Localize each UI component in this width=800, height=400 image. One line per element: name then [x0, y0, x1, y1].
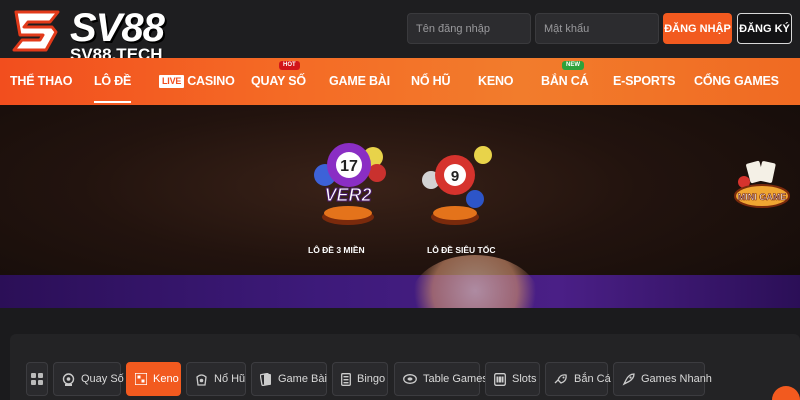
category-label: Quay Số [81, 373, 124, 385]
mini-game-button[interactable]: MINI GAME [734, 160, 790, 210]
nav-item-casino[interactable]: LIVE CASINO [159, 58, 235, 105]
bingo-icon [341, 372, 351, 386]
ball-number: 9 [451, 168, 459, 185]
nav-item-e-sports[interactable]: E-SPORTS [613, 58, 676, 105]
logo[interactable]: SV88 SV88.TECH [10, 6, 200, 64]
new-tag: NEW [562, 61, 584, 70]
hot-tag: HOT [279, 61, 300, 70]
category-label: Game Bài [278, 373, 327, 385]
page: SV88 SV88.TECH ĐĂNG NHẬP ĐĂNG KÝ THỂ THA… [0, 0, 800, 400]
category-game-bai[interactable]: Game Bài [251, 362, 327, 396]
keno-icon [135, 373, 147, 385]
category-label: Slots [512, 373, 537, 385]
category-quay-so[interactable]: Quay Số [53, 362, 124, 396]
game-label: LÔ ĐỀ SIÊU TỐC [427, 245, 496, 255]
logo-mark-icon [12, 10, 60, 52]
category-bingo[interactable]: Bingo [332, 362, 388, 396]
nav-item-label: CỔNG GAMES [694, 74, 779, 88]
nav-item-label: BẮN CÁ [541, 74, 589, 88]
ball-number: 17 [340, 158, 358, 175]
logo-text: SV88 [70, 6, 165, 50]
lottery-balls-fast-icon: 9 [422, 146, 492, 225]
nav-item-label: KENO [478, 74, 514, 88]
category-keno[interactable]: Keno [126, 362, 181, 396]
category-slots[interactable]: Slots [485, 362, 540, 396]
category-label: Nổ Hũ [214, 373, 246, 385]
register-button[interactable]: ĐĂNG KÝ [737, 13, 792, 44]
grid-icon [31, 373, 43, 385]
category-label: Table Games [423, 373, 488, 385]
nav-item-label: LÔ ĐỀ [94, 74, 132, 88]
category-label: Bắn Cá [574, 373, 611, 385]
banner-strip [0, 275, 800, 308]
username-input[interactable] [407, 13, 531, 44]
category-label: Bingo [357, 373, 386, 385]
category-all[interactable] [26, 362, 48, 396]
header: SV88 SV88.TECH ĐĂNG NHẬP ĐĂNG KÝ [0, 0, 800, 64]
nav-item-label: E-SPORTS [613, 74, 676, 88]
category-games-nhanh[interactable]: Games Nhanh [613, 362, 712, 396]
nav-item-lo-de[interactable]: LÔ ĐỀ [94, 58, 132, 105]
cards-icon [260, 372, 271, 386]
fish-icon [554, 374, 567, 384]
game-label: LÔ ĐỀ 3 MIỀN [308, 245, 365, 255]
nav-item-label: NỔ HŨ [411, 74, 451, 88]
mini-game-icon: MINI GAME [734, 160, 790, 208]
nav-item-label: QUAY SỐ [251, 74, 306, 88]
category-label: Games Nhanh [641, 373, 712, 385]
lottery-banner: 17 VER2 LÔ ĐỀ 3 MIỀN 9 LÔ ĐỀ SIÊU TỐC MI… [0, 105, 800, 308]
category-table-games[interactable]: Table Games [394, 362, 488, 396]
nav-item-label: THỂ THAO [10, 74, 73, 88]
category-ban-ca[interactable]: Bắn Cá [545, 362, 611, 396]
rocket-icon [622, 372, 635, 385]
slots-icon [494, 372, 506, 386]
ver2-text: VER2 [324, 185, 371, 205]
nav-item-the-thao[interactable]: THỂ THAO [10, 58, 72, 105]
nav-item-game-bai[interactable]: GAME BÀI [329, 58, 390, 105]
main-nav: THỂ THAO LÔ ĐỀ LIVE CASINO QUAY SỐ HOT GA… [0, 58, 800, 105]
category-no-hu[interactable]: Nổ Hũ [186, 362, 246, 396]
nav-item-label: GAME BÀI [329, 74, 390, 88]
category-label: Keno [153, 373, 179, 385]
lottery-icon [62, 372, 75, 386]
login-button[interactable]: ĐĂNG NHẬP [663, 13, 732, 44]
password-input[interactable] [535, 13, 659, 44]
nav-item-label: CASINO [187, 74, 235, 88]
nav-item-keno[interactable]: KENO [478, 58, 514, 105]
jackpot-icon [196, 373, 207, 386]
mini-game-text: MINI GAME [738, 192, 787, 202]
live-badge: LIVE [159, 75, 185, 88]
nav-item-cong-games[interactable]: CỔNG GAMES [694, 58, 779, 105]
lottery-balls-ver2-icon: 17 VER2 [314, 143, 386, 225]
nav-item-no-hu[interactable]: NỔ HŨ [411, 58, 450, 105]
table-icon [403, 373, 417, 384]
